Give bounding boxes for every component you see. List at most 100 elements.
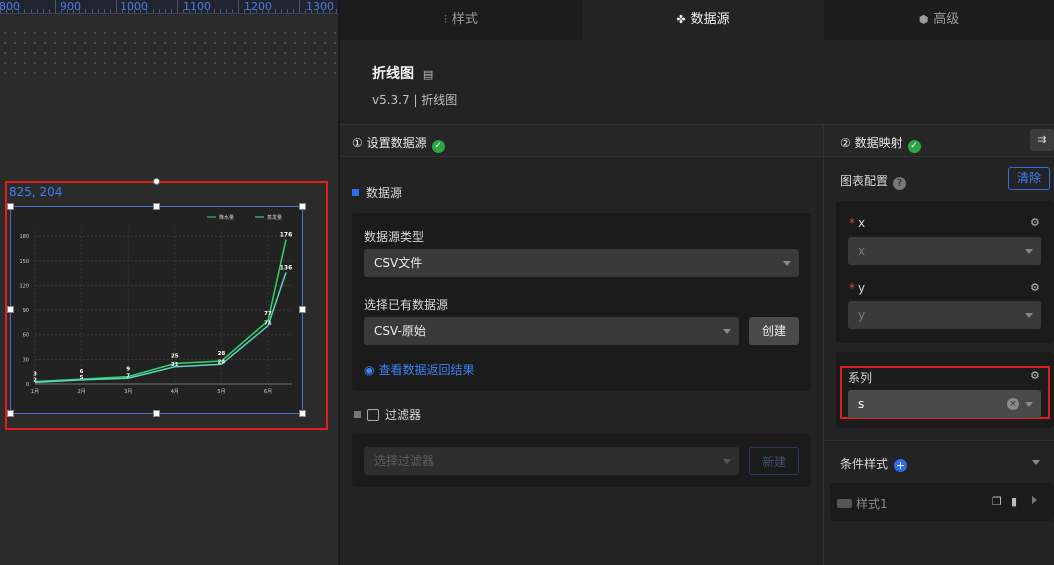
ruler-tick xyxy=(128,9,130,13)
tab-label: 高级 xyxy=(933,12,960,27)
style1-label: 样式1 xyxy=(837,495,888,512)
legend-label: 降水量 xyxy=(219,214,234,221)
select-value: CSV-原始 xyxy=(374,324,426,338)
legend-label: 蒸发量 xyxy=(267,214,282,221)
filter-checkbox[interactable] xyxy=(367,409,379,421)
series-field-label: 系列 xyxy=(848,371,873,385)
doc-icon[interactable]: ▤ xyxy=(423,68,433,81)
tab-style[interactable]: ⫶ 样式 xyxy=(340,0,582,40)
ruler-tick xyxy=(18,9,20,13)
ruler-tick xyxy=(176,0,178,13)
ruler-tick xyxy=(73,9,75,13)
ruler-tick xyxy=(48,9,50,13)
data-label: 21 xyxy=(171,362,179,368)
field-name: y xyxy=(858,281,866,295)
datasource-type-select[interactable]: CSV文件 xyxy=(364,249,799,277)
ruler-tick xyxy=(213,9,215,13)
resize-handle-tl[interactable] xyxy=(7,203,14,210)
check-icon: ✓ xyxy=(431,140,445,153)
ruler-tick xyxy=(12,9,14,13)
ruler-tick xyxy=(164,9,166,13)
config-panel: ⫶ 样式 ✤ 数据源 ⬢ 高级 折线图 ▤ v5.3.7 | 折线图 ① 设置数据源 ✓… xyxy=(340,0,1054,565)
canvas-grid-dots xyxy=(0,28,338,80)
clear-button[interactable]: 清除 xyxy=(1008,167,1050,190)
ruler-tick xyxy=(158,9,160,13)
ruler-tick xyxy=(268,9,270,13)
ruler-tick xyxy=(170,9,172,13)
caret-down-icon xyxy=(1025,313,1033,318)
ruler-tick xyxy=(91,9,93,13)
clear-circle-icon[interactable]: × xyxy=(1007,398,1019,410)
field-settings-icon[interactable]: ⚙ xyxy=(1030,216,1040,229)
bullet-square xyxy=(352,189,359,196)
style-name: 样式1 xyxy=(856,497,888,511)
ruler-tick xyxy=(237,0,239,13)
data-label: 25 xyxy=(171,353,179,359)
field-settings-icon[interactable]: ⚙ xyxy=(1030,281,1040,294)
resize-handle-b[interactable] xyxy=(153,410,160,417)
y-field-select[interactable]: y xyxy=(848,301,1041,329)
ruler-tick xyxy=(109,9,111,13)
collapse-icon[interactable]: ⇉ xyxy=(1030,129,1054,151)
toggle-icon[interactable] xyxy=(837,499,852,508)
resize-handle-l[interactable] xyxy=(7,306,14,313)
caret-down-icon[interactable] xyxy=(1032,460,1040,465)
filter-row: 过滤器 xyxy=(354,406,421,423)
design-canvas[interactable]: 800 900 1000 1100 1200 1300 825, 204 0 30… xyxy=(0,0,338,565)
x-field-select[interactable]: x xyxy=(848,237,1041,265)
filter-select[interactable]: 选择过滤器 xyxy=(364,447,739,475)
ruler-tick xyxy=(256,9,258,13)
data-label: 136 xyxy=(280,264,293,271)
view-results-link[interactable]: ◉ 查看数据返回结果 xyxy=(364,361,475,378)
ruler-tick xyxy=(305,9,306,13)
resize-handle-bl[interactable] xyxy=(7,410,14,417)
select-value: CSV文件 xyxy=(374,256,423,270)
series-field-select[interactable]: s × xyxy=(848,390,1041,418)
create-button[interactable]: 创建 xyxy=(749,317,799,345)
ruler-tick xyxy=(152,9,154,13)
ruler-tick xyxy=(231,9,233,13)
y-field-label: * y xyxy=(849,281,865,295)
conditional-style-header[interactable]: 条件样式 + xyxy=(840,455,908,472)
new-filter-button[interactable]: 新建 xyxy=(749,447,799,475)
ruler-tick xyxy=(85,9,87,13)
component-title: 折线图 ▤ xyxy=(372,63,433,83)
ruler-tick xyxy=(286,9,288,13)
resize-handle-tr[interactable] xyxy=(299,203,306,210)
chevron-right-icon[interactable] xyxy=(1032,496,1037,504)
ruler-tick xyxy=(36,9,38,13)
rotate-handle[interactable] xyxy=(153,178,160,185)
cube-icon: ⬢ xyxy=(918,13,929,26)
resize-handle-t[interactable] xyxy=(153,203,160,210)
x-tick-label: 4月 xyxy=(171,389,179,395)
tab-datasource[interactable]: ✤ 数据源 xyxy=(582,0,824,40)
add-icon[interactable]: + xyxy=(894,459,908,472)
tab-label: 数据源 xyxy=(690,12,730,27)
tab-advanced[interactable]: ⬢ 高级 xyxy=(824,0,1054,40)
ruler-tick xyxy=(311,9,313,13)
horizontal-ruler: 800 900 1000 1100 1200 1300 xyxy=(0,0,338,14)
select-value: s xyxy=(858,397,865,411)
subheader-text: 数据源 xyxy=(366,186,403,200)
ruler-tick xyxy=(6,9,8,13)
caret-down-icon xyxy=(723,329,731,334)
resize-handle-br[interactable] xyxy=(299,410,306,417)
existing-datasource-select[interactable]: CSV-原始 xyxy=(364,317,739,345)
y-tick-label: 180 xyxy=(19,234,29,240)
trash-icon[interactable]: ▮ xyxy=(1011,495,1017,508)
ruler-tick xyxy=(24,9,26,13)
resize-handle-r[interactable] xyxy=(299,306,306,313)
ruler-label: 800 xyxy=(0,0,20,13)
copy-icon[interactable]: ❐ xyxy=(992,495,1002,508)
filter-square-icon xyxy=(354,411,361,418)
field-name: x xyxy=(858,216,866,230)
help-icon[interactable]: ? xyxy=(893,177,907,190)
ruler-tick xyxy=(195,9,197,13)
ruler-tick xyxy=(225,9,227,13)
ruler-tick xyxy=(207,9,209,13)
field-settings-icon[interactable]: ⚙ xyxy=(1030,369,1040,382)
ruler-tick xyxy=(323,9,325,13)
line-chart: 03060901201501801月 2月 3月 4月 5月 6月3 6 925 2877176… xyxy=(19,214,293,395)
ruler-tick xyxy=(61,9,62,13)
datasource-subheader: 数据源 xyxy=(352,184,402,201)
